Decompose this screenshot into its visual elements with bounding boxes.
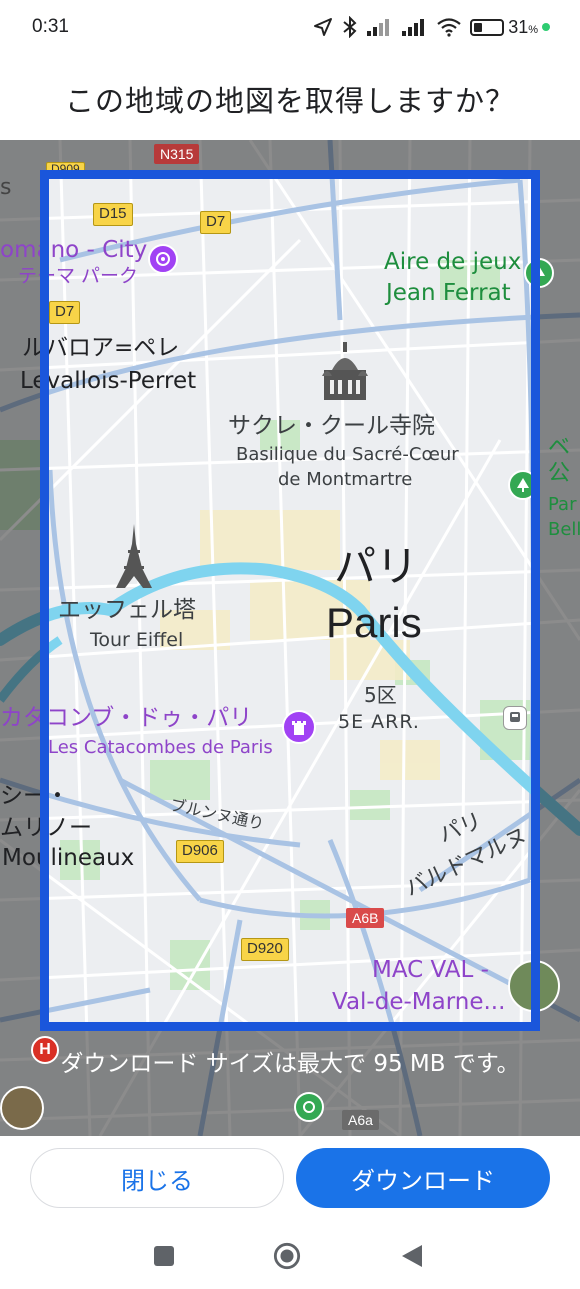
map-label-belleville-1: ベ [548,435,571,460]
square-icon [154,1246,174,1266]
map-view[interactable]: N315 D909 D15 D7 D7 D906 D920 A6B A6a s … [0,140,580,1136]
map-label-belleville-2: 公 [548,461,571,486]
battery-icon: 31% [470,17,550,38]
charging-dot [542,23,550,31]
status-time: 0:31 [32,16,69,37]
home-button[interactable] [273,1242,301,1270]
triangle-back-icon [402,1245,422,1267]
map-label-belleville-3: Par [548,494,577,515]
dim-overlay-right [540,170,580,1031]
dialog-footer: 閉じる ダウンロード [0,1136,580,1222]
photo-thumbnail-bottom-left[interactable] [0,1086,44,1130]
dim-overlay-left [0,170,40,1031]
wifi-icon [437,18,461,37]
battery-unit: % [528,23,538,36]
bluetooth-icon [343,16,357,38]
recent-apps-button[interactable] [150,1242,178,1270]
road-shield-a6a: A6a [342,1110,379,1130]
map-label-belleville-4: Bell [548,519,580,540]
road-shield-n315: N315 [154,144,200,164]
dim-overlay-top [0,140,580,170]
download-button[interactable]: ダウンロード [296,1148,550,1208]
download-area-frame[interactable] [40,170,540,1031]
cellular-signal-icon [367,19,390,36]
back-button[interactable] [398,1242,426,1270]
dialog-title: この地域の地図を取得しますか？ [64,84,515,118]
download-size-note: ダウンロード サイズは最大で 95 MB です。 [60,1051,520,1077]
status-icons: 31% [313,16,550,38]
map-label-left-edge: s [0,175,12,200]
park-icon-bottom[interactable] [294,1092,324,1122]
battery-percent: 31 [508,16,529,37]
close-button[interactable]: 閉じる [30,1148,284,1208]
system-nav-bar [0,1222,580,1289]
status-bar: 0:31 31% [0,0,580,60]
dialog-header: この地域の地図を取得しますか？ [0,60,580,140]
navigation-arrow-icon [314,18,333,36]
circle-home-icon [273,1242,301,1270]
dim-overlay-bottom [0,1031,580,1136]
cellular-signal-icon-2 [402,19,425,36]
